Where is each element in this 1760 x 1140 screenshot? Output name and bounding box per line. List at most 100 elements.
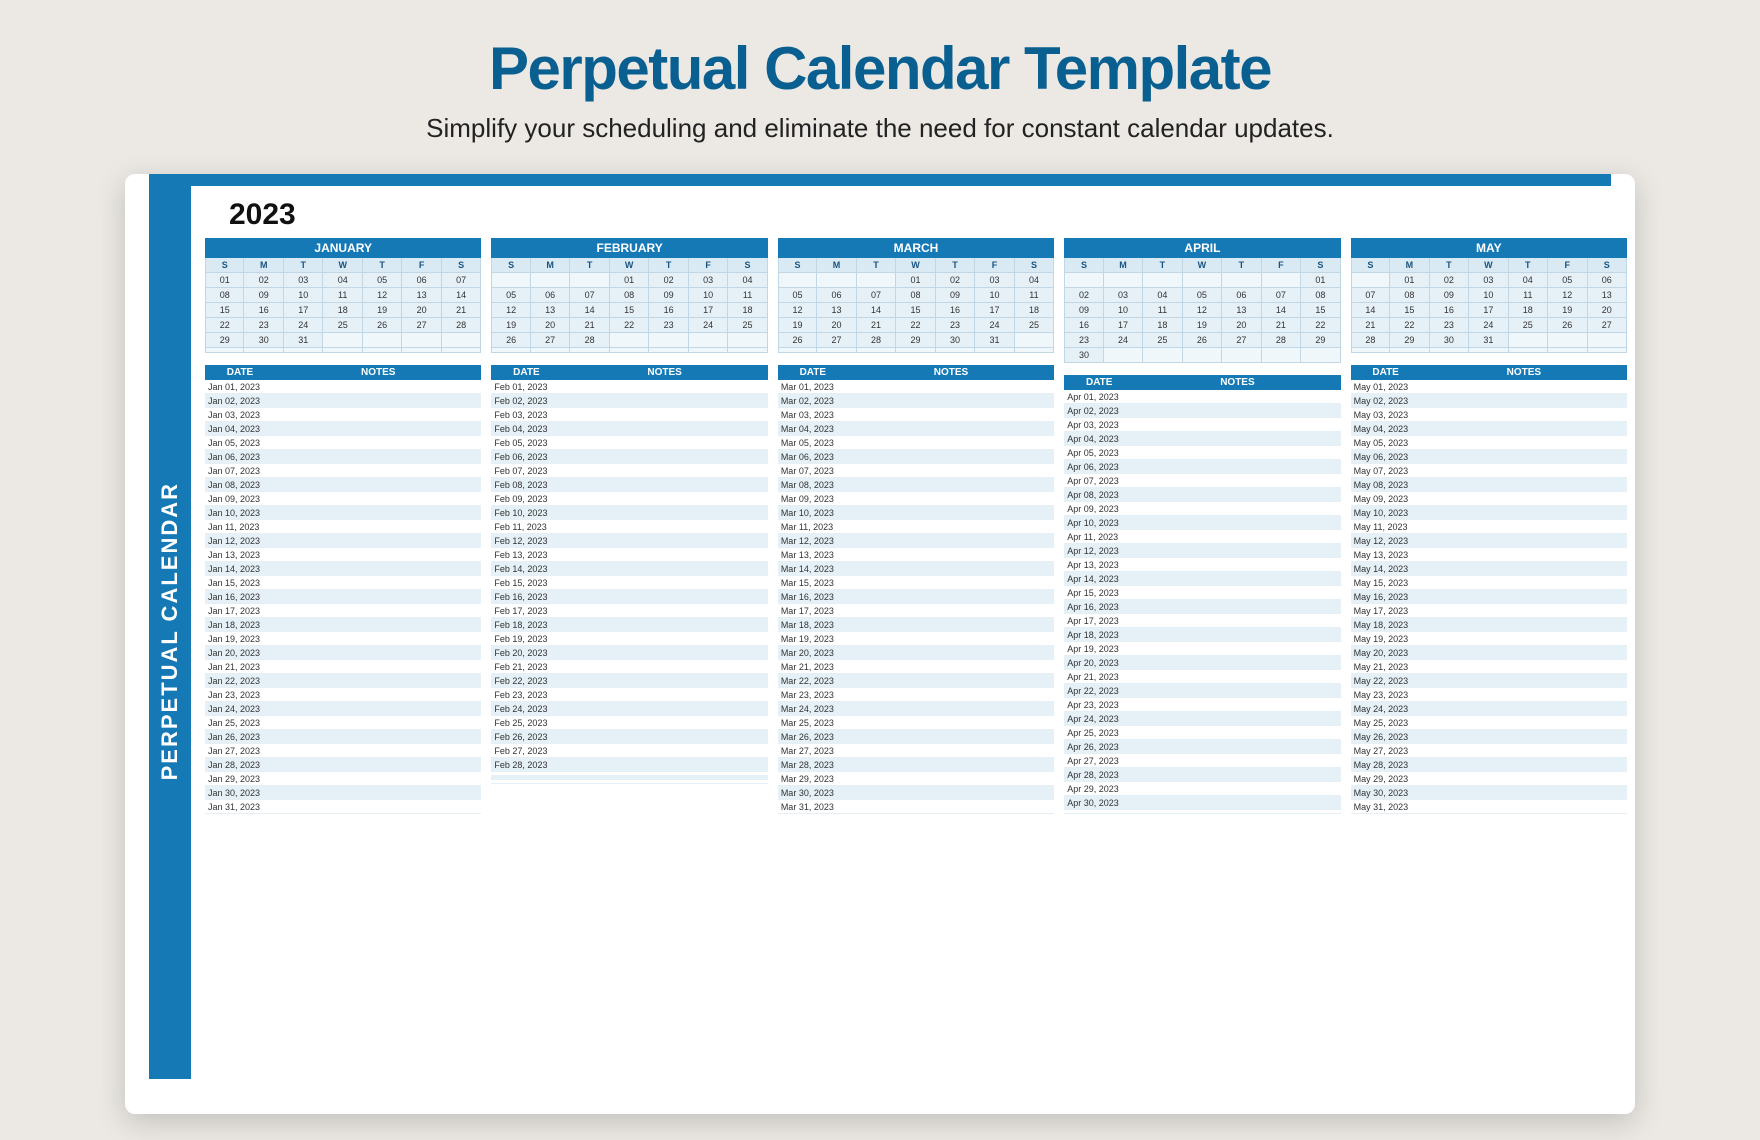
notes-date-cell: Jan 08, 2023 [205, 478, 275, 492]
notes-value-cell [1421, 730, 1627, 744]
notes-header-date: DATE [205, 365, 275, 380]
day-cell: 09 [649, 288, 688, 303]
notes-value-cell [275, 422, 481, 436]
notes-row: Jan 16, 2023 [205, 590, 481, 604]
week-row [205, 348, 481, 353]
day-cell: 12 [1548, 288, 1587, 303]
notes-date-cell: Mar 24, 2023 [778, 702, 848, 716]
day-cell: 25 [1509, 318, 1548, 333]
day-cell: 12 [778, 303, 817, 318]
notes-table: DATENOTESApr 01, 2023Apr 02, 2023Apr 03,… [1064, 375, 1340, 814]
notes-date-cell: Mar 27, 2023 [778, 744, 848, 758]
notes-date-cell: Apr 14, 2023 [1064, 572, 1134, 586]
notes-date-cell: May 04, 2023 [1351, 422, 1421, 436]
day-cell: 14 [570, 303, 609, 318]
notes-value-cell [561, 780, 767, 784]
dow-cell: T [363, 258, 402, 273]
day-cell: 19 [363, 303, 402, 318]
notes-row: Apr 19, 2023 [1064, 642, 1340, 656]
dow-cell: W [323, 258, 362, 273]
week-row: 08091011121314 [205, 288, 481, 303]
notes-row: Feb 11, 2023 [491, 520, 767, 534]
notes-date-cell: May 02, 2023 [1351, 394, 1421, 408]
notes-date-cell: Jan 17, 2023 [205, 604, 275, 618]
notes-row: May 07, 2023 [1351, 464, 1627, 478]
day-cell [570, 348, 609, 353]
notes-row: May 24, 2023 [1351, 702, 1627, 716]
notes-value-cell [275, 800, 481, 814]
day-cell [1390, 348, 1429, 353]
notes-row [491, 780, 767, 784]
notes-value-cell [561, 660, 767, 674]
notes-row: Jan 18, 2023 [205, 618, 481, 632]
day-cell: 20 [1222, 318, 1261, 333]
dow-cell: S [1351, 258, 1390, 273]
notes-row: Apr 17, 2023 [1064, 614, 1340, 628]
notes-value-cell [1134, 740, 1340, 754]
notes-value-cell [848, 464, 1054, 478]
notes-date-cell: Feb 01, 2023 [491, 380, 561, 394]
notes-date-cell: Mar 19, 2023 [778, 632, 848, 646]
day-cell: 07 [1262, 288, 1301, 303]
notes-row: Jan 20, 2023 [205, 646, 481, 660]
notes-row: Apr 22, 2023 [1064, 684, 1340, 698]
notes-row: May 19, 2023 [1351, 632, 1627, 646]
notes-value-cell [561, 716, 767, 730]
dow-cell: S [728, 258, 767, 273]
notes-date-cell: Jan 16, 2023 [205, 590, 275, 604]
notes-date-cell: May 22, 2023 [1351, 674, 1421, 688]
notes-date-cell: May 29, 2023 [1351, 772, 1421, 786]
notes-date-cell: Jan 24, 2023 [205, 702, 275, 716]
notes-value-cell [275, 632, 481, 646]
day-cell [610, 333, 649, 348]
notes-date-cell: Feb 21, 2023 [491, 660, 561, 674]
notes-row: Feb 02, 2023 [491, 394, 767, 408]
day-cell: 13 [817, 303, 856, 318]
template-preview-card: PERPETUAL CALENDAR 2023 JANUARYSMTWTFS01… [125, 174, 1635, 1114]
notes-value-cell [275, 646, 481, 660]
notes-value-cell [275, 562, 481, 576]
week-row: 12131415161718 [778, 303, 1054, 318]
notes-row: May 26, 2023 [1351, 730, 1627, 744]
notes-date-cell: Apr 24, 2023 [1064, 712, 1134, 726]
notes-table: DATENOTESMar 01, 2023Mar 02, 2023Mar 03,… [778, 365, 1054, 814]
notes-date-cell: May 30, 2023 [1351, 786, 1421, 800]
notes-row: Jan 31, 2023 [205, 800, 481, 814]
day-cell: 31 [284, 333, 323, 348]
day-cell [1064, 273, 1103, 288]
notes-date-cell: Mar 14, 2023 [778, 562, 848, 576]
day-cell [323, 348, 362, 353]
notes-header-date: DATE [491, 365, 561, 380]
notes-value-cell [561, 730, 767, 744]
notes-value-cell [561, 520, 767, 534]
notes-value-cell [1421, 604, 1627, 618]
notes-value-cell [1134, 516, 1340, 530]
day-cell: 03 [689, 273, 728, 288]
notes-value-cell [848, 548, 1054, 562]
day-cell [402, 333, 441, 348]
notes-row: Mar 07, 2023 [778, 464, 1054, 478]
notes-row: Apr 07, 2023 [1064, 474, 1340, 488]
dow-cell: T [649, 258, 688, 273]
day-cell: 17 [284, 303, 323, 318]
notes-date-cell: Apr 22, 2023 [1064, 684, 1134, 698]
day-cell: 15 [1390, 303, 1429, 318]
day-cell: 12 [491, 303, 530, 318]
notes-date-cell: Jan 04, 2023 [205, 422, 275, 436]
notes-date-cell: Feb 05, 2023 [491, 436, 561, 450]
notes-row: Apr 21, 2023 [1064, 670, 1340, 684]
notes-date-cell: Jan 30, 2023 [205, 786, 275, 800]
notes-value-cell [1421, 520, 1627, 534]
notes-date-cell [1064, 810, 1134, 814]
dow-cell: F [402, 258, 441, 273]
notes-date-cell: Feb 09, 2023 [491, 492, 561, 506]
notes-date-cell: May 23, 2023 [1351, 688, 1421, 702]
notes-row: Apr 26, 2023 [1064, 740, 1340, 754]
notes-value-cell [561, 534, 767, 548]
day-cell: 06 [531, 288, 570, 303]
day-cell: 25 [728, 318, 767, 333]
notes-date-cell: May 12, 2023 [1351, 534, 1421, 548]
dow-cell: M [817, 258, 856, 273]
day-cell: 27 [1222, 333, 1261, 348]
week-row: 01020304 [778, 273, 1054, 288]
